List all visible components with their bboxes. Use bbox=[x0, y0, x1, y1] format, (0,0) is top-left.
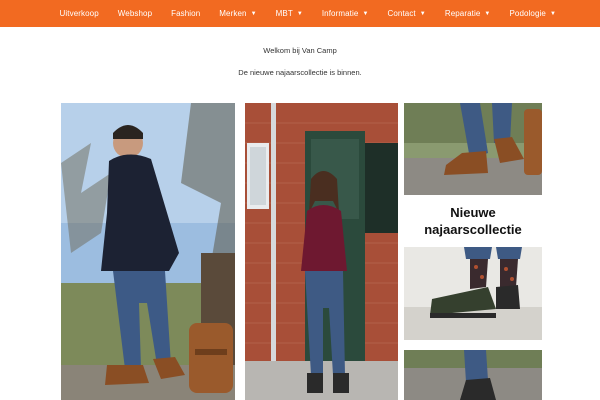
main-navbar: Uitverkoop Webshop Fashion Merken ▼ MBT ▼ … bbox=[0, 0, 600, 27]
promo-heading: Nieuwe najaarscollectie bbox=[424, 205, 522, 237]
photo-black-boots[interactable] bbox=[404, 350, 542, 400]
chevron-down-icon: ▼ bbox=[484, 10, 491, 17]
nav-item-mbt[interactable]: MBT ▼ bbox=[276, 9, 303, 18]
nav-item-merken[interactable]: Merken ▼ bbox=[219, 9, 256, 18]
photo-woman-brick-wall[interactable] bbox=[245, 103, 398, 400]
chevron-down-icon: ▼ bbox=[362, 10, 369, 17]
nav-item-uitverkoop[interactable]: Uitverkoop bbox=[60, 9, 99, 18]
chevron-down-icon: ▼ bbox=[296, 10, 303, 17]
photo-brown-boots[interactable] bbox=[404, 103, 542, 195]
nav-item-fashion[interactable]: Fashion bbox=[171, 9, 200, 18]
nav-item-webshop[interactable]: Webshop bbox=[118, 9, 152, 18]
chevron-down-icon: ▼ bbox=[250, 10, 257, 17]
photo-printed-sneakers bbox=[404, 247, 542, 340]
chevron-down-icon: ▼ bbox=[419, 10, 426, 17]
nav-item-informatie[interactable]: Informatie ▼ bbox=[322, 9, 369, 18]
nav-item-podologie[interactable]: Podologie ▼ bbox=[509, 9, 556, 18]
nav-item-reparatie[interactable]: Reparatie ▼ bbox=[445, 9, 491, 18]
photo-man-jacket[interactable] bbox=[61, 103, 235, 400]
promo-block-new-collection[interactable]: Nieuwe najaarscollectie bbox=[404, 195, 542, 340]
collection-announcement: De nieuwe najaarscollectie is binnen. bbox=[238, 68, 362, 77]
chevron-down-icon: ▼ bbox=[549, 10, 556, 17]
nav-item-contact[interactable]: Contact ▼ bbox=[387, 9, 425, 18]
welcome-text: Welkom bij Van Camp bbox=[263, 46, 337, 55]
